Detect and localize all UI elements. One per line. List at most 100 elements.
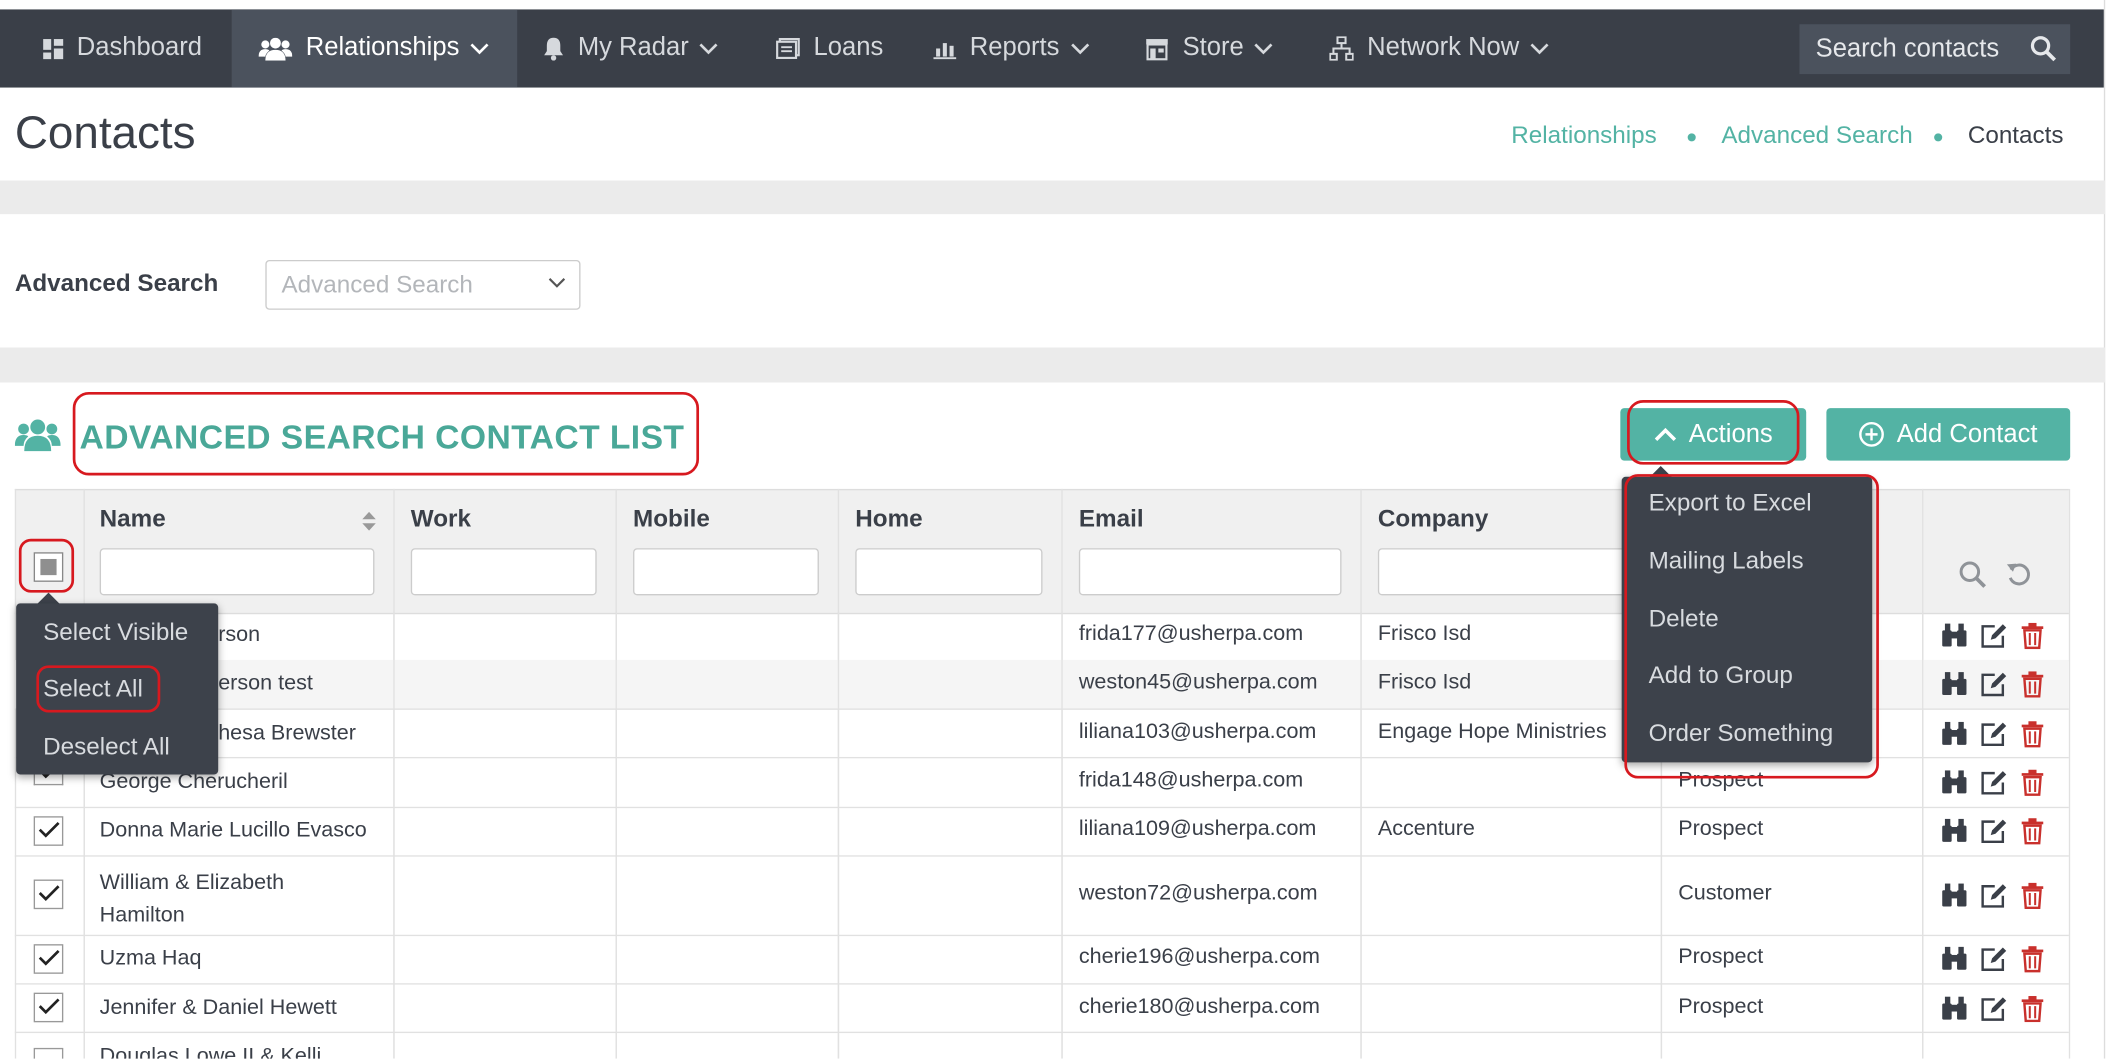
filter-mobile-input[interactable] — [633, 548, 819, 596]
contact-email: cherie180@usherpa.com — [1078, 995, 1320, 1019]
nav-reports-label: Reports — [969, 33, 1060, 62]
breadcrumb-advanced-search[interactable]: Advanced Search — [1721, 121, 1912, 149]
binoculars-icon[interactable] — [1941, 721, 1968, 747]
binoculars-icon[interactable] — [1941, 946, 1968, 972]
menu-item-deselect-all[interactable]: Deselect All — [43, 733, 170, 761]
column-divider — [1061, 611, 1063, 1059]
breadcrumb-relationships[interactable]: Relationships — [1511, 121, 1657, 149]
advanced-search-select[interactable]: Advanced Search — [265, 259, 581, 310]
contact-name[interactable]: hesa Brewster — [218, 722, 356, 746]
binoculars-icon[interactable] — [1941, 995, 1968, 1021]
edit-icon[interactable] — [1980, 995, 2008, 1022]
contact-email: liliana109@usherpa.com — [1078, 817, 1317, 841]
trash-icon[interactable] — [2020, 671, 2044, 698]
binoculars-icon[interactable] — [1941, 882, 1968, 908]
contact-email: liliana103@usherpa.com — [1078, 720, 1317, 744]
contact-name[interactable]: Jennifer & Daniel Hewett — [100, 997, 337, 1021]
row-checkbox[interactable] — [33, 879, 64, 910]
breadcrumb-separator — [1934, 133, 1943, 142]
contact-name[interactable]: William & Elizabeth Hamilton — [100, 867, 336, 932]
contact-name[interactable]: rson — [218, 624, 260, 648]
trash-icon[interactable] — [2020, 818, 2044, 845]
document-icon — [776, 37, 800, 59]
nav-my-radar[interactable]: My Radar — [543, 9, 719, 87]
column-header-name[interactable]: Name — [100, 505, 166, 533]
edit-icon[interactable] — [1980, 946, 2008, 973]
binoculars-icon[interactable] — [1941, 622, 1968, 648]
filter-company-input[interactable] — [1377, 548, 1629, 596]
edit-icon[interactable] — [1980, 622, 2008, 649]
nav-store[interactable]: Store — [1145, 9, 1274, 87]
column-header-email: Email — [1078, 505, 1144, 533]
edit-icon[interactable] — [1980, 671, 2008, 698]
binoculars-icon[interactable] — [1941, 769, 1968, 795]
edit-icon[interactable] — [1980, 882, 2008, 909]
column-header-company: Company — [1377, 505, 1489, 533]
trash-icon[interactable] — [2020, 882, 2044, 910]
contact-name[interactable]: Douglas Lowe II & Kelli — [100, 1045, 322, 1058]
binoculars-icon[interactable] — [1941, 818, 1968, 844]
trash-icon[interactable] — [2020, 622, 2044, 650]
chevron-down-icon — [470, 42, 489, 54]
reset-icon[interactable] — [2006, 560, 2033, 588]
nav-loans[interactable]: Loans — [776, 9, 883, 87]
column-header-mobile: Mobile — [633, 505, 710, 533]
filter-name-input[interactable] — [99, 548, 375, 596]
contact-email: weston72@usherpa.com — [1078, 882, 1318, 906]
menu-item-select-visible[interactable]: Select Visible — [43, 618, 188, 646]
breadcrumb-separator — [1687, 133, 1696, 142]
chevron-down-icon — [699, 42, 718, 54]
nav-reports[interactable]: Reports — [933, 9, 1089, 87]
sort-icon[interactable] — [361, 510, 377, 532]
row-actions — [1941, 622, 2045, 650]
nav-network-now[interactable]: Network Now — [1329, 9, 1549, 87]
edit-icon[interactable] — [1980, 721, 2008, 748]
contact-name[interactable]: Uzma Haq — [100, 947, 202, 971]
trash-icon[interactable] — [2020, 721, 2044, 748]
binoculars-icon[interactable] — [1941, 671, 1968, 697]
nav-dashboard[interactable]: Dashboard — [24, 9, 221, 87]
trash-icon[interactable] — [2020, 769, 2044, 796]
search-icon[interactable] — [2030, 35, 2057, 62]
search-contacts-input[interactable]: Search contacts — [1799, 24, 2071, 75]
contact-email: weston45@usherpa.com — [1078, 670, 1318, 694]
annotation-highlight — [36, 665, 161, 713]
contact-name[interactable]: erson test — [218, 672, 313, 696]
column-divider — [1922, 611, 1924, 1059]
annotation-highlight — [18, 538, 75, 593]
filter-email-input[interactable] — [1078, 548, 1342, 596]
contact-company: Engage Hope Ministries — [1377, 720, 1607, 744]
column-divider — [1360, 611, 1362, 1059]
trash-icon[interactable] — [2020, 995, 2044, 1023]
page-scrollbar[interactable] — [2103, 0, 2112, 1059]
row-checkbox[interactable] — [33, 1047, 64, 1059]
trash-icon[interactable] — [2020, 946, 2044, 973]
nav-network-now-label: Network Now — [1367, 33, 1520, 62]
row-actions — [1941, 882, 2045, 910]
nav-relationships[interactable]: Relationships — [231, 9, 518, 88]
add-contact-button[interactable]: Add Contact — [1826, 408, 2071, 461]
edit-icon[interactable] — [1980, 769, 2008, 796]
bell-icon — [544, 37, 564, 61]
contact-company: Frisco Isd — [1377, 622, 1472, 646]
advanced-search-label: Advanced Search — [14, 269, 219, 297]
chevron-down-icon — [1070, 42, 1089, 54]
column-divider — [837, 611, 840, 1059]
checkmark-icon — [38, 949, 60, 966]
contacts-group-icon — [14, 419, 61, 452]
row-checkbox[interactable] — [33, 816, 64, 846]
filter-work-input[interactable] — [410, 548, 597, 596]
column-divider — [2068, 488, 2071, 1059]
contact-status: Customer — [1678, 882, 1772, 906]
row-actions — [1941, 721, 2045, 748]
contact-name[interactable]: Donna Marie Lucillo Evasco — [100, 819, 367, 843]
nav-relationships-label: Relationships — [305, 33, 460, 62]
contact-status: Prospect — [1678, 945, 1764, 969]
advanced-search-placeholder: Advanced Search — [281, 270, 473, 298]
filter-home-input[interactable] — [855, 548, 1043, 596]
checkmark-icon — [38, 998, 60, 1015]
search-icon[interactable] — [1958, 560, 1986, 588]
row-checkbox[interactable] — [33, 992, 64, 1023]
row-checkbox[interactable] — [33, 944, 64, 974]
edit-icon[interactable] — [1980, 818, 2008, 845]
